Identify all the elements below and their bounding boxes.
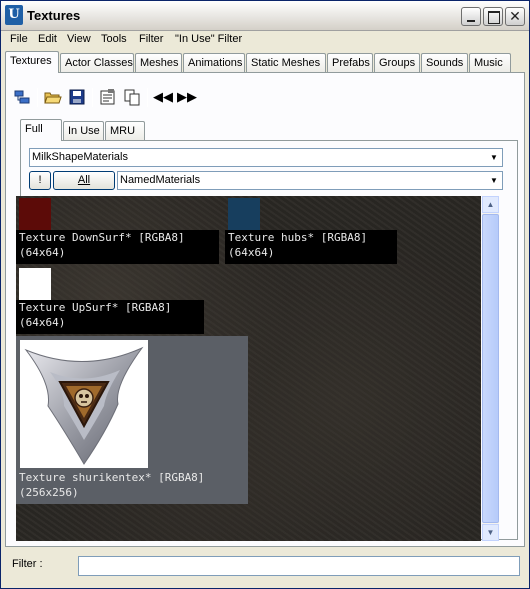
maximize-button[interactable] [483, 7, 503, 26]
texture-size: (64x64) [19, 316, 66, 329]
tab-animations[interactable]: Animations [183, 53, 245, 73]
scroll-thumb[interactable] [482, 214, 499, 523]
toolbar-separator [92, 88, 93, 107]
scroll-down-button[interactable]: ▼ [482, 524, 499, 541]
texture-name: Texture hubs* [RGBA8] [228, 231, 368, 244]
open-folder-icon [44, 92, 62, 104]
window-title: Textures [27, 8, 81, 23]
textures-window: U Textures ✕ File Edit View Tools Filter… [0, 0, 530, 589]
tab-mru[interactable]: MRU [105, 121, 145, 141]
tab-groups[interactable]: Groups [374, 53, 420, 73]
main-tab-strip: Textures Actor Classes Meshes Animations… [5, 51, 525, 73]
copy-icon [124, 89, 140, 106]
textures-panel: ◀◀ ▶▶ Full In Use MRU MilkShapeMaterials… [5, 72, 525, 547]
next-button[interactable]: ▶▶ [176, 86, 198, 108]
previous-icon: ◀◀ [153, 89, 173, 104]
filter-input[interactable] [78, 556, 520, 576]
open-button[interactable] [42, 86, 64, 108]
chevron-down-icon: ▼ [486, 528, 495, 537]
toggle-button[interactable]: ! [29, 171, 51, 190]
texture-label: Texture shurikentex* [RGBA8] (256x256) [16, 470, 248, 504]
chevron-down-icon[interactable]: ▼ [486, 172, 502, 189]
next-icon: ▶▶ [177, 89, 197, 104]
texture-size: (64x64) [228, 246, 275, 259]
menu-file[interactable]: File [10, 33, 28, 45]
menu-view[interactable]: View [67, 33, 91, 45]
texture-label: Texture UpSurf* [RGBA8] (64x64) [16, 300, 204, 334]
menu-in-use-filter[interactable]: "In Use" Filter [175, 33, 242, 45]
chevron-down-icon[interactable]: ▼ [486, 149, 502, 166]
tab-actor-classes[interactable]: Actor Classes [60, 53, 134, 73]
texture-thumbnail[interactable] [20, 340, 148, 468]
browse-button[interactable] [11, 86, 33, 108]
texture-tile-shurikentex[interactable]: Texture shurikentex* [RGBA8] (256x256) [16, 336, 248, 504]
tab-prefabs[interactable]: Prefabs [327, 53, 373, 73]
toolbar: ◀◀ ▶▶ [11, 86, 521, 110]
unreal-icon: U [5, 5, 23, 25]
texture-thumbnail[interactable] [19, 198, 51, 230]
properties-icon [100, 89, 115, 105]
scroll-up-button[interactable]: ▲ [482, 196, 499, 213]
copy-button[interactable] [121, 86, 143, 108]
browse-icon [14, 90, 30, 104]
sub-tab-strip: Full In Use MRU [20, 119, 220, 141]
menu-bar: File Edit View Tools Filter "In Use" Fil… [1, 31, 529, 49]
package-combo[interactable]: MilkShapeMaterials ▼ [29, 148, 503, 167]
properties-button[interactable] [97, 86, 119, 108]
texture-name: Texture shurikentex* [RGBA8] [19, 471, 205, 484]
title-bar[interactable]: U Textures ✕ [1, 1, 529, 31]
tab-in-use[interactable]: In Use [63, 121, 104, 141]
minimize-button[interactable] [461, 7, 481, 26]
package-value: MilkShapeMaterials [32, 151, 128, 163]
texture-name: Texture UpSurf* [RGBA8] [19, 301, 172, 314]
tab-music[interactable]: Music [469, 53, 511, 73]
tab-textures[interactable]: Textures [5, 51, 59, 73]
all-button-label: All [77, 174, 91, 186]
menu-filter[interactable]: Filter [139, 33, 163, 45]
texture-size: (64x64) [19, 246, 66, 259]
all-button[interactable]: All [53, 171, 115, 190]
tab-meshes[interactable]: Meshes [135, 53, 182, 73]
viewport-scrollbar[interactable]: ▲ ▼ [482, 196, 499, 541]
group-value: NamedMaterials [120, 174, 201, 186]
close-button[interactable]: ✕ [505, 7, 525, 26]
texture-label: Texture hubs* [RGBA8] (64x64) [225, 230, 397, 264]
tab-static-meshes[interactable]: Static Meshes [246, 53, 326, 73]
toolbar-separator [37, 88, 38, 107]
texture-label: Texture DownSurf* [RGBA8] (64x64) [16, 230, 219, 264]
menu-tools[interactable]: Tools [101, 33, 127, 45]
close-icon: ✕ [509, 8, 521, 24]
texture-size: (256x256) [19, 486, 79, 499]
group-combo[interactable]: NamedMaterials ▼ [117, 171, 503, 190]
save-button[interactable] [66, 86, 88, 108]
tab-full[interactable]: Full [20, 119, 62, 141]
chevron-up-icon: ▲ [486, 200, 495, 209]
save-icon [69, 89, 85, 105]
toolbar-separator [147, 88, 148, 107]
filter-label: Filter : [12, 558, 43, 570]
menu-edit[interactable]: Edit [38, 33, 57, 45]
texture-thumbnail[interactable] [19, 268, 51, 300]
texture-name: Texture DownSurf* [RGBA8] [19, 231, 185, 244]
previous-button[interactable]: ◀◀ [152, 86, 174, 108]
shuriken-texture-image [24, 346, 144, 465]
texture-thumbnail[interactable] [228, 198, 260, 230]
tab-sounds[interactable]: Sounds [421, 53, 468, 73]
texture-viewport[interactable]: Texture DownSurf* [RGBA8] (64x64) Textur… [16, 196, 481, 541]
